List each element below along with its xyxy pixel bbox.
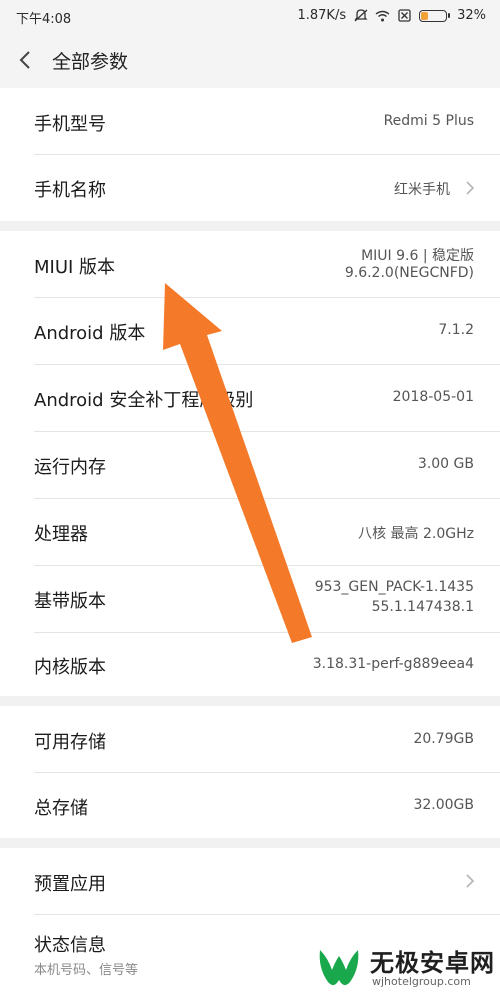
row-kernel: 内核版本 3.18.31-perf-g889eea4 [0, 633, 500, 696]
row-label: 运行内存 [34, 457, 106, 478]
status-bar: 下午4:08 1.87K/s 32% [0, 0, 500, 32]
row-value: 3.18.31-perf-g889eea4 [312, 656, 474, 672]
row-security-patch: Android 安全补丁程序级别 2018-05-01 [0, 365, 500, 431]
row-label: 内核版本 [34, 657, 106, 678]
row-label: 手机名称 [34, 180, 106, 201]
mute-icon [353, 9, 368, 22]
row-value-line2: 9.6.2.0(NEGCNFD) [344, 265, 474, 281]
chevron-right-icon [464, 180, 476, 196]
row-value: Redmi 5 Plus [383, 113, 474, 129]
row-sublabel: 本机号码、信号等 [34, 963, 139, 978]
row-value: 7.1.2 [438, 322, 474, 338]
wifi-icon [375, 9, 390, 22]
row-value-line1: 953_GEN_PACK-1.1435 [314, 579, 474, 595]
row-label: 总存储 [34, 798, 88, 819]
watermark-brand: 无极安卓网 [370, 949, 495, 977]
row-miui-version: MIUI 版本 MIUI 9.6 | 稳定版 9.6.2.0(NEGCNFD) [0, 231, 500, 297]
watermark-url: wjhotelgroup.com [372, 975, 471, 988]
row-value: 红米手机 [394, 182, 450, 198]
row-phone-model[interactable]: 手机型号 Redmi 5 Plus [0, 88, 500, 154]
chevron-right-icon [464, 873, 476, 889]
row-label: 状态信息 [34, 935, 106, 956]
row-label: MIUI 版本 [34, 257, 116, 278]
row-available-storage: 可用存储 20.79GB [0, 706, 500, 772]
watermark-logo-icon [319, 950, 359, 986]
watermark: 无极安卓网 wjhotelgroup.com [316, 940, 500, 1000]
page-title: 全部参数 [52, 51, 129, 73]
battery-percent: 32% [457, 8, 486, 23]
row-label: 预置应用 [34, 874, 106, 895]
row-value-line2: 55.1.147438.1 [371, 599, 474, 615]
row-label: Android 安全补丁程序级别 [34, 390, 254, 411]
row-value-line1: MIUI 9.6 | 稳定版 [361, 248, 474, 264]
status-time: 下午4:08 [16, 12, 72, 27]
storage-group: 可用存储 20.79GB 总存储 32.00GB [0, 706, 500, 838]
network-speed: 1.87K/s [297, 8, 347, 23]
row-ram: 运行内存 3.00 GB [0, 432, 500, 498]
row-label: 处理器 [34, 524, 88, 545]
system-info-group: MIUI 版本 MIUI 9.6 | 稳定版 9.6.2.0(NEGCNFD) … [0, 231, 500, 696]
row-processor: 处理器 八核 最高 2.0GHz [0, 499, 500, 565]
row-total-storage: 总存储 32.00GB [0, 773, 500, 838]
row-phone-name[interactable]: 手机名称 红米手机 [0, 155, 500, 221]
row-value: 2018-05-01 [392, 389, 474, 405]
chevron-left-icon[interactable] [14, 48, 38, 72]
row-preinstalled-apps[interactable]: 预置应用 [0, 848, 500, 914]
battery-icon [419, 9, 451, 22]
sim-disabled-icon [397, 9, 412, 22]
row-value: 32.00GB [413, 797, 474, 813]
device-info-group: 手机型号 Redmi 5 Plus 手机名称 红米手机 [0, 88, 500, 221]
row-label: 可用存储 [34, 732, 106, 753]
row-value: 3.00 GB [417, 456, 474, 472]
row-label: 手机型号 [34, 114, 106, 135]
title-bar: 全部参数 [0, 32, 500, 88]
row-android-version: Android 版本 7.1.2 [0, 298, 500, 364]
row-baseband: 基带版本 953_GEN_PACK-1.1435 55.1.147438.1 [0, 566, 500, 632]
row-value: 八核 最高 2.0GHz [358, 526, 474, 542]
row-label: Android 版本 [34, 323, 146, 344]
row-value: 20.79GB [413, 731, 474, 747]
row-label: 基带版本 [34, 591, 106, 612]
